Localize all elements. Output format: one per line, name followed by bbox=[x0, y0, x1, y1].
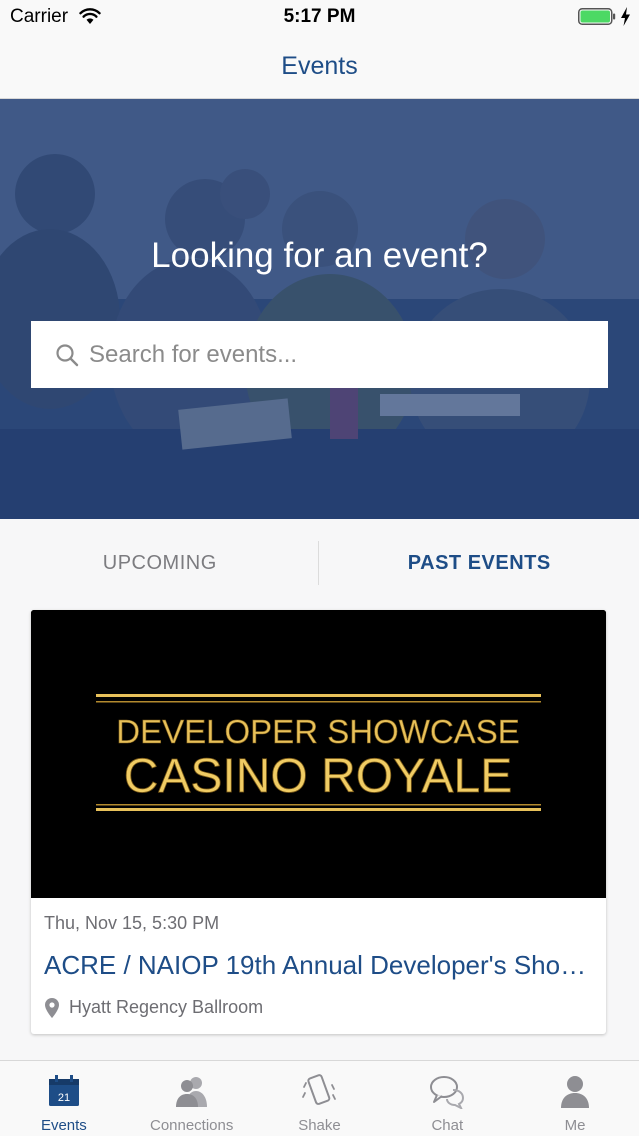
navigation-bar: Events bbox=[0, 34, 639, 99]
search-hero: Looking for an event? bbox=[0, 99, 639, 519]
page-title: Events bbox=[281, 52, 358, 80]
event-tabs: UPCOMING PAST EVENTS bbox=[0, 519, 639, 607]
tab-bar-connections[interactable]: Connections bbox=[128, 1061, 256, 1136]
banner-line-2: CASINO ROYALE bbox=[124, 750, 513, 803]
tab-divider bbox=[318, 541, 319, 585]
event-date: Thu, Nov 15, 5:30 PM bbox=[44, 913, 220, 933]
hero-overlay bbox=[0, 99, 639, 519]
events-screen: Carrier 5:17 PM Events Looking for an ev… bbox=[0, 0, 639, 1136]
tab-bar-label: Chat bbox=[431, 1117, 464, 1134]
tab-bar-label: Connections bbox=[149, 1117, 234, 1134]
person-icon bbox=[561, 1076, 590, 1108]
tab-bar-me[interactable]: Me bbox=[511, 1061, 639, 1136]
hero-heading: Looking for an event? bbox=[151, 236, 488, 275]
event-banner-image[interactable]: DEVELOPER SHOWCASE CASINO ROYALE bbox=[31, 610, 606, 898]
clock: 5:17 PM bbox=[283, 6, 356, 27]
search-bar[interactable] bbox=[31, 321, 608, 388]
tab-bar-label: Events bbox=[40, 1117, 87, 1134]
charging-bolt-icon bbox=[621, 7, 630, 26]
tab-bar-events[interactable]: 21 Events bbox=[0, 1061, 128, 1136]
tab-bar-shake[interactable]: Shake bbox=[256, 1061, 384, 1136]
chat-bubbles-icon bbox=[430, 1076, 465, 1109]
tab-bar-chat[interactable]: Chat bbox=[383, 1061, 511, 1136]
search-icon bbox=[56, 343, 79, 366]
phone-shake-icon bbox=[302, 1074, 337, 1105]
location-pin-icon bbox=[45, 997, 59, 1018]
tab-past-events[interactable]: PAST EVENTS bbox=[320, 519, 639, 607]
tab-bar-label: Shake bbox=[298, 1117, 341, 1134]
event-card[interactable]: DEVELOPER SHOWCASE CASINO ROYALE Thu, No… bbox=[31, 610, 606, 1034]
event-location: Hyatt Regency Ballroom bbox=[44, 997, 263, 1018]
tab-bar-label: Me bbox=[564, 1117, 586, 1134]
calendar-icon: 21 bbox=[48, 1075, 79, 1106]
people-icon bbox=[175, 1077, 207, 1107]
location-name: Hyatt Regency Ballroom bbox=[69, 997, 264, 1017]
tab-upcoming[interactable]: UPCOMING bbox=[0, 519, 320, 607]
banner-line-1: DEVELOPER SHOWCASE bbox=[116, 713, 519, 750]
bottom-tab-bar: 21 Events Connections Shake Chat Me bbox=[0, 1060, 639, 1136]
battery-icon bbox=[578, 8, 616, 25]
status-bar: Carrier 5:17 PM bbox=[0, 0, 639, 34]
event-title[interactable]: ACRE / NAIOP 19th Annual Developer's Sho… bbox=[44, 950, 596, 981]
calendar-badge: 21 bbox=[58, 1092, 70, 1104]
search-input[interactable] bbox=[89, 340, 569, 369]
